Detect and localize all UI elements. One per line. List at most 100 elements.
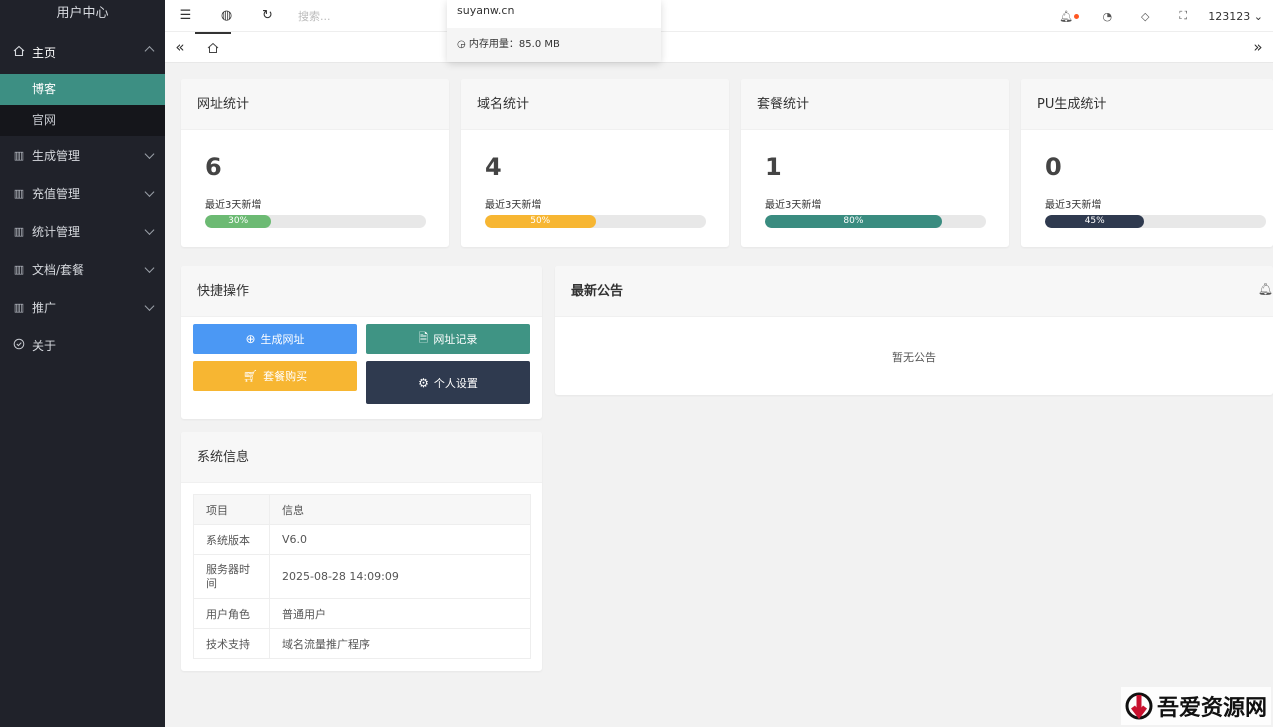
sidebar-item-docs[interactable]: ▥ 文档/套餐 <box>0 250 165 288</box>
globe-icon[interactable]: ◍ <box>206 8 247 23</box>
shield-check-icon <box>12 338 26 353</box>
progress-bar: 80% <box>765 215 986 228</box>
memory-label: 内存用量：85.0 MB <box>468 39 560 50</box>
chevron-up-icon <box>144 46 155 58</box>
sidebar-item-about[interactable]: 关于 <box>0 326 165 364</box>
menu-grid-icon: ▥ <box>13 262 25 276</box>
notification-dot <box>1074 14 1080 19</box>
tab-scroll-left-icon[interactable]: « <box>165 38 195 56</box>
home-submenu: 博客 官网 <box>0 74 165 136</box>
sidebar-item-home[interactable]: 主页 <box>0 30 165 74</box>
progress-fill: 50% <box>485 215 596 228</box>
notice-card: 最新公告 🔔︎ 暂无公告 <box>555 266 1273 395</box>
gauge-icon: ◶ <box>457 39 466 50</box>
stat-title: 网址统计 <box>181 79 449 130</box>
stat-title: 域名统计 <box>461 79 729 130</box>
stat-value: 4 <box>485 153 502 181</box>
sidebar-item-label: 主页 <box>32 45 57 60</box>
dropdown-domain[interactable]: suyanw.cn <box>447 0 661 28</box>
sidebar-item-recharge[interactable]: ▥ 充值管理 <box>0 174 165 212</box>
bell-icon[interactable]: 🔔︎ <box>1258 282 1273 296</box>
stat-title: PU生成统计 <box>1021 79 1273 130</box>
cart-icon: 🛒︎ <box>242 369 259 383</box>
menu-grid-icon: ▥ <box>13 300 25 314</box>
stat-value: 1 <box>765 153 782 181</box>
table-row: 技术支持 域名流量推广程序 <box>193 628 531 659</box>
sidebar-item-label: 充值管理 <box>32 186 81 201</box>
sidebar-title: 用户中心 <box>56 6 109 21</box>
search-input[interactable]: 搜索... <box>298 8 331 24</box>
table-row: 用户角色 普通用户 <box>193 598 531 629</box>
row-key: 技术支持 <box>193 628 270 659</box>
document-icon: 🗎︎ <box>418 330 429 345</box>
sidebar-item-label: 文档/套餐 <box>32 262 85 277</box>
sidebar-item-label: 推广 <box>32 300 57 315</box>
palette-icon[interactable]: ◔ <box>1088 10 1126 23</box>
progress-bar: 45% <box>1045 215 1266 228</box>
tab-scroll-right-icon[interactable]: » <box>1243 32 1273 63</box>
stat-value: 6 <box>205 153 222 181</box>
stat-subtitle: 最近3天新增 <box>485 200 542 211</box>
chevron-down-icon <box>144 149 155 161</box>
stat-card-pu: PU生成统计 0 最近3天新增 45% <box>1021 79 1273 247</box>
stat-card-domains: 域名统计 4 最近3天新增 50% <box>461 79 729 247</box>
sidebar-item-promote[interactable]: ▥ 推广 <box>0 288 165 326</box>
system-info-table: 项目 信息 系统版本 V6.0 服务器时间 2025-08-28 14:09:0… <box>193 494 531 659</box>
notice-title: 最新公告 <box>555 266 1273 317</box>
sidebar-subitem-blog[interactable]: 博客 <box>0 74 165 105</box>
table-row: 服务器时间 2025-08-28 14:09:09 <box>193 554 531 599</box>
plus-circle-icon: ⊕ <box>245 332 256 346</box>
system-info-card: 系统信息 项目 信息 系统版本 V6.0 服务器时间 2025-08-28 14… <box>181 432 542 671</box>
chevron-down-icon <box>144 187 155 199</box>
home-icon <box>207 42 219 53</box>
table-header-row: 项目 信息 <box>193 494 531 525</box>
stat-subtitle: 最近3天新增 <box>765 200 822 211</box>
buy-package-button[interactable]: 🛒︎ 套餐购买 <box>193 361 357 391</box>
row-key: 系统版本 <box>193 524 270 555</box>
quick-actions-title: 快捷操作 <box>181 266 542 317</box>
generate-url-button[interactable]: ⊕ 生成网址 <box>193 324 357 354</box>
url-records-button[interactable]: 🗎︎ 网址记录 <box>366 324 530 354</box>
watermark-logo-icon <box>1125 689 1153 723</box>
fullscreen-icon[interactable]: ⛶ <box>1164 9 1202 23</box>
user-menu[interactable]: 123123 ⌄ <box>1202 10 1273 23</box>
watermark: 吾爱资源网 <box>1120 687 1271 725</box>
gear-icon: ⚙ <box>418 375 429 390</box>
menu-toggle-icon[interactable]: ☰ <box>165 8 206 23</box>
refresh-icon[interactable]: ↻ <box>247 8 288 23</box>
sidebar-subitem-official[interactable]: 官网 <box>0 105 165 136</box>
top-header: ☰ ◍ ↻ 搜索... 🔔︎ ◔ ◇ ⛶ 123123 ⌄ <box>165 0 1273 32</box>
tag-icon[interactable]: ◇ <box>1126 10 1164 23</box>
bell-icon[interactable]: 🔔︎ <box>1050 10 1088 23</box>
sidebar-item-generate[interactable]: ▥ 生成管理 <box>0 136 165 174</box>
column-header: 项目 <box>193 494 270 525</box>
tab-home[interactable] <box>195 31 231 63</box>
progress-fill: 30% <box>205 215 272 228</box>
dropdown-memory: ◶ 内存用量：85.0 MB <box>447 28 661 62</box>
chevron-down-icon <box>144 263 155 275</box>
stat-card-packages: 套餐统计 1 最近3天新增 80% <box>741 79 1009 247</box>
column-header: 信息 <box>269 494 531 525</box>
sidebar: 用户中心 主页 博客 官网 ▥ 生成管理 ▥ 充值管理 ▥ 统计管理 ▥ 文档/… <box>0 0 165 727</box>
header-actions: 🔔︎ ◔ ◇ ⛶ 123123 ⌄ <box>1050 0 1273 32</box>
home-icon <box>12 45 26 60</box>
progress-bar: 50% <box>485 215 706 228</box>
personal-settings-button[interactable]: ⚙ 个人设置 <box>366 361 530 404</box>
menu-grid-icon: ▥ <box>13 186 25 200</box>
stat-subtitle: 最近3天新增 <box>205 200 262 211</box>
watermark-text: 吾爱资源网 <box>1156 695 1267 721</box>
system-info-title: 系统信息 <box>181 432 542 483</box>
sidebar-item-statistics[interactable]: ▥ 统计管理 <box>0 212 165 250</box>
domain-dropdown: suyanw.cn ◶ 内存用量：85.0 MB <box>447 0 661 62</box>
menu-grid-icon: ▥ <box>13 148 25 162</box>
row-value: 2025-08-28 14:09:09 <box>269 554 531 599</box>
stat-card-urls: 网址统计 6 最近3天新增 30% <box>181 79 449 247</box>
quick-actions-card: 快捷操作 ⊕ 生成网址 🗎︎ 网址记录 🛒︎ 套餐购买 ⚙ 个人设置 <box>181 266 542 419</box>
username: 123123 <box>1208 9 1251 23</box>
progress-bar: 30% <box>205 215 426 228</box>
notice-empty-text: 暂无公告 <box>892 351 936 364</box>
row-value: V6.0 <box>269 524 531 555</box>
row-value: 普通用户 <box>269 598 531 629</box>
table-row: 系统版本 V6.0 <box>193 524 531 555</box>
row-key: 服务器时间 <box>193 554 270 599</box>
